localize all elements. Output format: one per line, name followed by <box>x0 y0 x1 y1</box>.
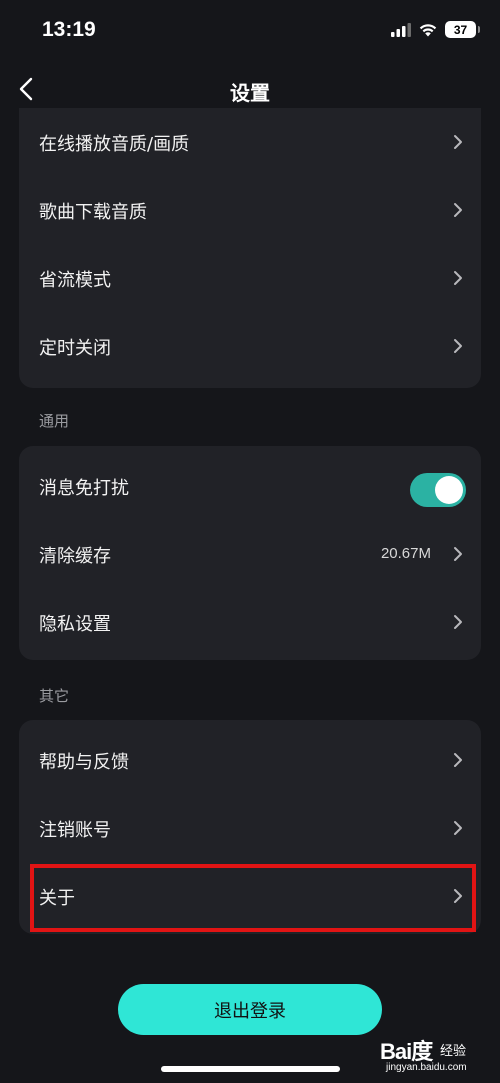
general-settings-group: 消息免打扰 清除缓存 20.67M 隐私设置 <box>19 446 481 660</box>
battery-level: 37 <box>453 22 468 37</box>
wifi-icon <box>419 24 437 37</box>
chevron-right-icon <box>454 753 462 767</box>
chevron-right-icon <box>454 271 462 285</box>
chevron-right-icon <box>454 339 462 353</box>
settings-item-delete-account[interactable]: 注销账号 <box>19 794 481 862</box>
cache-size-value: 20.67M <box>380 545 431 562</box>
home-indicator <box>161 1066 340 1072</box>
settings-item-playback-quality[interactable]: 在线播放音质/画质 <box>19 108 481 176</box>
status-icons: 37 <box>391 21 480 38</box>
watermark-url: jingyan.baidu.com <box>386 1062 467 1073</box>
chevron-right-icon <box>454 821 462 835</box>
settings-item-sleep-timer[interactable]: 定时关闭 <box>19 312 481 380</box>
chevron-right-icon <box>454 135 462 149</box>
settings-item-label: 在线播放音质/画质 <box>39 134 190 155</box>
battery-icon: 37 <box>445 21 480 38</box>
settings-item-download-quality[interactable]: 歌曲下载音质 <box>19 176 481 244</box>
settings-item-do-not-disturb: 消息免打扰 <box>19 452 481 520</box>
status-bar: 13:19 37 <box>0 0 500 62</box>
logout-button[interactable]: 退出登录 <box>118 984 382 1035</box>
settings-item-clear-cache[interactable]: 清除缓存 20.67M <box>19 520 481 588</box>
settings-item-label: 隐私设置 <box>39 614 111 635</box>
settings-item-data-saver[interactable]: 省流模式 <box>19 244 481 312</box>
settings-item-label: 歌曲下载音质 <box>39 202 147 223</box>
settings-item-help-feedback[interactable]: 帮助与反馈 <box>19 726 481 794</box>
toggle-knob <box>435 476 463 504</box>
settings-item-privacy[interactable]: 隐私设置 <box>19 588 481 656</box>
settings-item-label: 清除缓存 <box>39 546 111 567</box>
settings-item-label: 定时关闭 <box>39 338 111 359</box>
settings-item-label: 注销账号 <box>39 820 111 841</box>
page-title: 设置 <box>230 81 270 105</box>
chevron-right-icon <box>454 203 462 217</box>
settings-item-label: 省流模式 <box>39 270 111 291</box>
highlight-annotation-box <box>30 864 476 932</box>
settings-screen: 13:19 37 设置 在线播放音质/画质 歌曲下载音质 省流模式 定时关闭 通… <box>0 0 500 1083</box>
settings-item-label: 消息免打扰 <box>39 478 129 499</box>
watermark-sub: 经验 <box>440 1044 467 1059</box>
baidu-jingyan-watermark: Bai度 经验 jingyan.baidu.com <box>380 1032 472 1078</box>
settings-item-label: 帮助与反馈 <box>39 752 129 773</box>
chevron-right-icon <box>454 547 462 561</box>
chevron-right-icon <box>454 615 462 629</box>
status-time: 13:19 <box>42 18 96 41</box>
playback-settings-group: 在线播放音质/画质 歌曲下载音质 省流模式 定时关闭 <box>19 108 481 388</box>
do-not-disturb-toggle[interactable] <box>410 473 466 507</box>
section-title-other: 其它 <box>39 687 70 705</box>
section-title-general: 通用 <box>39 412 70 430</box>
cellular-signal-icon <box>391 22 411 37</box>
